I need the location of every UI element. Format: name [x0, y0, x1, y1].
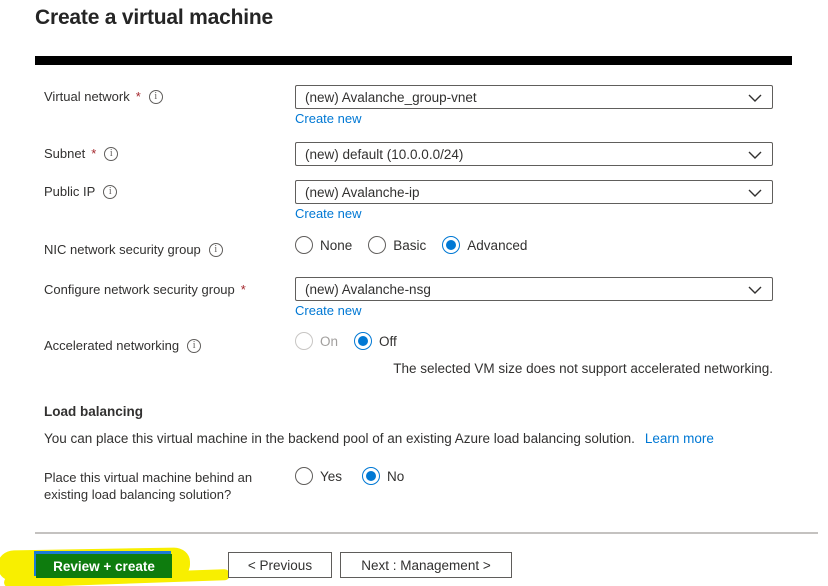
radio-selected-icon[interactable] [354, 332, 373, 350]
virtual-network-label: Virtual network * i [44, 89, 163, 104]
load-balancing-question-label: Place this virtual machine behind an exi… [44, 469, 294, 503]
learn-more-link[interactable]: Learn more [645, 431, 714, 446]
yes-label: Yes [320, 468, 343, 484]
subnet-value: (new) default (10.0.0.0/24) [305, 146, 464, 162]
nic-nsg-option-basic[interactable]: Basic [368, 236, 426, 254]
chevron-down-icon [748, 151, 762, 159]
public-ip-label: Public IP i [44, 184, 118, 199]
public-ip-label-text: Public IP [44, 184, 96, 199]
nic-nsg-option-none[interactable]: None [295, 236, 352, 254]
question-line1: Place this virtual machine behind an [44, 470, 253, 485]
next-management-button[interactable]: Next : Management > [340, 552, 512, 578]
radio-selected-icon[interactable] [362, 467, 381, 485]
public-ip-create-new-link[interactable]: Create new [295, 206, 361, 221]
radio-selected-icon[interactable] [442, 236, 461, 254]
nic-nsg-radio-group: None Basic Advanced [295, 236, 543, 254]
review-create-button[interactable]: Review + create [36, 554, 172, 578]
nic-nsg-option-advanced[interactable]: Advanced [442, 236, 527, 254]
info-icon[interactable]: i [208, 242, 223, 257]
radio-disabled-icon [295, 332, 313, 350]
load-balancing-option-yes[interactable]: Yes [295, 467, 342, 485]
configure-nsg-label-text: Configure network security group [44, 282, 235, 297]
required-asterisk: * [135, 89, 141, 104]
accelerated-on-label: On [320, 333, 339, 349]
accelerated-option-off[interactable]: Off [354, 332, 397, 350]
virtual-network-value: (new) Avalanche_group-vnet [305, 89, 477, 105]
load-balancing-radio-group: Yes No [295, 467, 420, 485]
accelerated-networking-radio-group: On Off [295, 332, 413, 350]
required-asterisk: * [91, 146, 97, 161]
virtual-network-select[interactable]: (new) Avalanche_group-vnet [295, 85, 773, 109]
public-ip-select[interactable]: (new) Avalanche-ip [295, 180, 773, 204]
load-balancing-description-text: You can place this virtual machine in th… [44, 431, 635, 446]
info-icon[interactable]: i [187, 338, 202, 353]
configure-nsg-select[interactable]: (new) Avalanche-nsg [295, 277, 773, 301]
accelerated-networking-label-text: Accelerated networking [44, 338, 180, 353]
nic-nsg-none-label: None [320, 237, 353, 253]
redaction-bar [35, 56, 792, 65]
configure-nsg-value: (new) Avalanche-nsg [305, 281, 431, 297]
configure-nsg-label: Configure network security group * [44, 282, 246, 297]
radio-unselected-icon[interactable] [368, 236, 387, 254]
public-ip-value: (new) Avalanche-ip [305, 184, 420, 200]
info-icon[interactable]: i [148, 89, 163, 104]
nic-nsg-label-text: NIC network security group [44, 242, 201, 257]
load-balancing-description: You can place this virtual machine in th… [44, 431, 714, 446]
virtual-network-label-text: Virtual network [44, 89, 130, 104]
previous-button[interactable]: < Previous [228, 552, 332, 578]
radio-unselected-icon[interactable] [295, 467, 313, 485]
load-balancing-heading: Load balancing [44, 404, 144, 419]
info-icon[interactable]: i [103, 184, 118, 199]
accelerated-option-on: On [295, 332, 338, 350]
no-label: No [387, 468, 405, 484]
chevron-down-icon [748, 189, 762, 197]
info-icon[interactable]: i [104, 146, 119, 161]
nic-nsg-advanced-label: Advanced [467, 237, 528, 253]
configure-nsg-create-new-link[interactable]: Create new [295, 303, 361, 318]
chevron-down-icon [748, 286, 762, 294]
required-asterisk: * [240, 282, 246, 297]
page-title: Create a virtual machine [35, 6, 273, 29]
nic-nsg-label: NIC network security group i [44, 242, 223, 257]
nic-nsg-basic-label: Basic [393, 237, 427, 253]
virtual-network-create-new-link[interactable]: Create new [295, 111, 361, 126]
radio-unselected-icon[interactable] [295, 236, 313, 254]
question-line2: existing load balancing solution? [44, 487, 232, 502]
accelerated-networking-note: The selected VM size does not support ac… [393, 361, 773, 376]
subnet-label: Subnet * i [44, 146, 119, 161]
accelerated-off-label: Off [379, 333, 397, 349]
subnet-select[interactable]: (new) default (10.0.0.0/24) [295, 142, 773, 166]
subnet-label-text: Subnet [44, 146, 86, 161]
load-balancing-option-no[interactable]: No [362, 467, 404, 485]
footer-divider [35, 532, 818, 534]
chevron-down-icon [748, 94, 762, 102]
accelerated-networking-label: Accelerated networking i [44, 338, 202, 353]
